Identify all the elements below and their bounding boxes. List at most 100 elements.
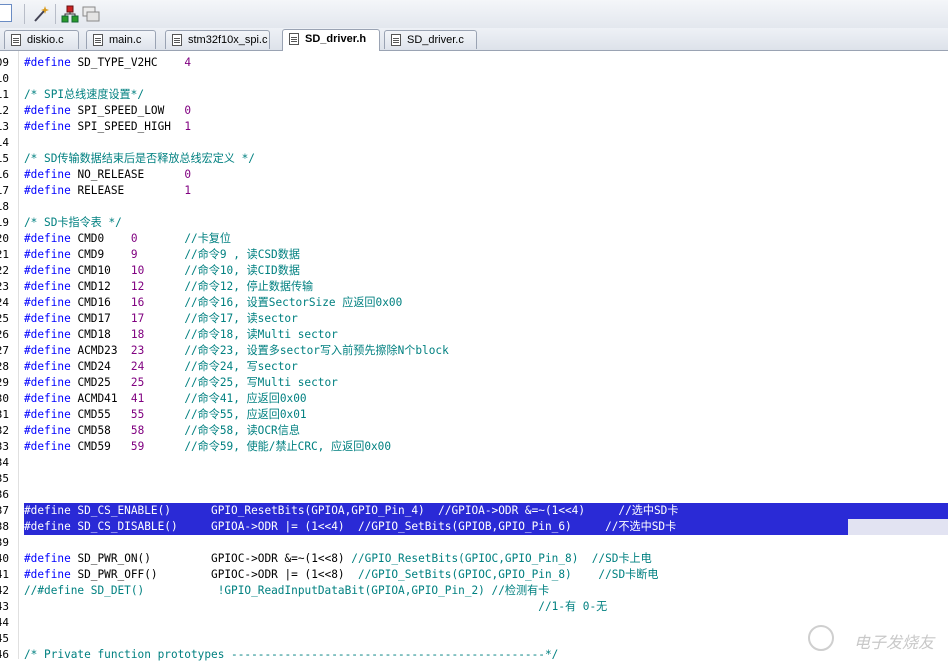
code-line[interactable]: 11 /* SPI总线速度设置*/	[0, 87, 948, 103]
code-line[interactable]: 15 /* SD传输数据结束后是否释放总线宏定义 */	[0, 151, 948, 167]
code-token: 59	[130, 440, 145, 453]
code-text: #define CMD9 9 //命令9 , 读CSD数据	[24, 247, 300, 263]
line-number: 23	[0, 280, 9, 293]
tab-sd-driver-h[interactable]: SD_driver.h	[282, 29, 380, 51]
code-token: //命令17, 读sector	[184, 312, 298, 325]
code-line[interactable]: 37 #define SD_CS_ENABLE() GPIO_ResetBits(…	[0, 503, 948, 519]
code-token: //命令55, 应返回0x01	[184, 408, 307, 421]
line-number: 10	[0, 72, 9, 85]
code-line[interactable]: 24 #define CMD16 16 //命令16, 设置SectorSize …	[0, 295, 948, 311]
code-line[interactable]: 19 /* SD卡指令表 */	[0, 215, 948, 231]
code-line[interactable]: 41 #define SD_PWR_OFF() GPIOC->ODR |= (1<…	[0, 567, 948, 583]
code-line[interactable]: 38 #define SD_CS_DISABLE() GPIOA->ODR |= …	[0, 519, 948, 535]
code-line[interactable]: 14	[0, 135, 948, 151]
line-number: 27	[0, 344, 9, 357]
line-number: 29	[0, 376, 9, 389]
code-token: #define	[24, 264, 71, 277]
code-line[interactable]: 13 #define SPI_SPEED_HIGH 1	[0, 119, 948, 135]
code-text: #define SD_PWR_ON() GPIOC->ODR &=~(1<<8)…	[24, 551, 652, 567]
code-line[interactable]: 26 #define CMD18 18 //命令18, 读Multi sector	[0, 327, 948, 343]
code-line[interactable]: 18	[0, 199, 948, 215]
code-line[interactable]: 33 #define CMD59 59 //命令59, 使能/禁止CRC, 应返回…	[0, 439, 948, 455]
tab-label: stm32f10x_spi.c	[188, 34, 268, 46]
code-text: #define SD_CS_ENABLE() GPIO_ResetBits(GP…	[24, 503, 678, 519]
code-token: 18	[130, 328, 145, 341]
code-token: #define	[24, 56, 71, 69]
code-token: CMD25	[70, 376, 131, 389]
code-token: ACMD23	[70, 344, 131, 357]
code-token: #define	[24, 552, 71, 565]
tab-diskio-c[interactable]: diskio.c	[4, 30, 79, 49]
code-line[interactable]: 12 #define SPI_SPEED_LOW 0	[0, 103, 948, 119]
code-text: #define RELEASE 1	[24, 183, 191, 199]
code-line[interactable]: 28 #define CMD24 24 //命令24, 写sector	[0, 359, 948, 375]
code-token: #define	[24, 280, 71, 293]
code-token: /* SPI总线速度设置*/	[24, 88, 144, 101]
magic-wand-icon[interactable]	[32, 5, 50, 23]
selection-tail	[848, 519, 948, 535]
code-line[interactable]: 40 #define SD_PWR_ON() GPIOC->ODR &=~(1<<…	[0, 551, 948, 567]
code-token: #define	[24, 424, 71, 437]
line-number: 31	[0, 408, 9, 421]
code-token: #define	[24, 248, 71, 261]
code-token: //#define SD_DET() !GPIO_ReadInputDataBi…	[24, 584, 550, 597]
code-token: CMD17	[70, 312, 131, 325]
code-line[interactable]: 44	[0, 615, 948, 631]
code-line[interactable]: 25 #define CMD17 17 //命令17, 读sector	[0, 311, 948, 327]
code-token: CMD10	[70, 264, 131, 277]
code-token: #define	[24, 104, 71, 117]
code-line[interactable]: 30 #define ACMD41 41 //命令41, 应返回0x00	[0, 391, 948, 407]
tab-stm32f10x-spi-c[interactable]: stm32f10x_spi.c	[165, 30, 270, 49]
code-text: #define SD_CS_DISABLE() GPIOA->ODR |= (1…	[24, 519, 676, 535]
window-stack-icon[interactable]	[82, 5, 100, 23]
code-line[interactable]: 45	[0, 631, 948, 647]
build-tree-icon[interactable]	[61, 5, 79, 23]
code-token: CMD9	[70, 248, 131, 261]
code-line[interactable]: 21 #define CMD9 9 //命令9 , 读CSD数据	[0, 247, 948, 263]
code-line[interactable]: 46 /* Private function prototypes -------…	[0, 647, 948, 663]
code-line[interactable]: 22 #define CMD10 10 //命令10, 读CID数据	[0, 263, 948, 279]
toolbar-separator	[55, 4, 56, 24]
code-line[interactable]: 32 #define CMD58 58 //命令58, 读OCR信息	[0, 423, 948, 439]
code-editor[interactable]: 09#define SD_TYPE_V2HC 410 11 /* SPI总线速度设置…	[0, 51, 948, 661]
code-text: #define CMD12 12 //命令12, 停止数据传输	[24, 279, 313, 295]
code-line[interactable]: 42 //#define SD_DET() !GPIO_ReadInputData…	[0, 583, 948, 599]
code-line[interactable]: 09 #define SD_TYPE_V2HC 4	[0, 55, 948, 71]
code-line[interactable]: 17 #define RELEASE 1	[0, 183, 948, 199]
line-number: 38	[0, 520, 9, 533]
line-number: 45	[0, 632, 9, 645]
tab-main-c[interactable]: main.c	[86, 30, 156, 49]
code-token: SPI_SPEED_LOW	[70, 104, 185, 117]
code-line[interactable]: 10	[0, 71, 948, 87]
code-line[interactable]: 29 #define CMD25 25 //命令25, 写Multi sector	[0, 375, 948, 391]
code-line[interactable]: 43 //1-有 0-无	[0, 599, 948, 615]
tab-sd-driver-c[interactable]: SD_driver.c	[384, 30, 477, 49]
line-number: 32	[0, 424, 9, 437]
line-number: 13	[0, 120, 9, 133]
code-text: #define SPI_SPEED_HIGH 1	[24, 119, 191, 135]
code-token: #define	[24, 408, 71, 421]
code-text: #define CMD0 0 //卡复位	[24, 231, 231, 247]
code-text: #define CMD25 25 //命令25, 写Multi sector	[24, 375, 338, 391]
code-line[interactable]: 16 #define NO_RELEASE 0	[0, 167, 948, 183]
watermark: 电子发烧友	[853, 633, 934, 652]
line-number: 11	[0, 88, 9, 101]
code-text: #define CMD10 10 //命令10, 读CID数据	[24, 263, 300, 279]
code-line[interactable]: 39	[0, 535, 948, 551]
line-number: 22	[0, 264, 9, 277]
code-line[interactable]: 35	[0, 471, 948, 487]
code-line[interactable]: 31 #define CMD55 55 //命令55, 应返回0x01	[0, 407, 948, 423]
code-line[interactable]: 27 #define ACMD23 23 //命令23, 设置多sector写入前…	[0, 343, 948, 359]
code-line[interactable]: 36	[0, 487, 948, 503]
code-text: //1-有 0-无	[24, 599, 607, 615]
code-token: //命令10, 读CID数据	[184, 264, 300, 277]
code-token: 58	[130, 424, 145, 437]
watermark-logo	[808, 625, 834, 651]
code-line[interactable]: 34	[0, 455, 948, 471]
code-token: #define	[24, 184, 71, 197]
code-line[interactable]: 20 #define CMD0 0 //卡复位	[0, 231, 948, 247]
code-line[interactable]: 23 #define CMD12 12 //命令12, 停止数据传输	[0, 279, 948, 295]
combo-box[interactable]	[0, 4, 12, 22]
